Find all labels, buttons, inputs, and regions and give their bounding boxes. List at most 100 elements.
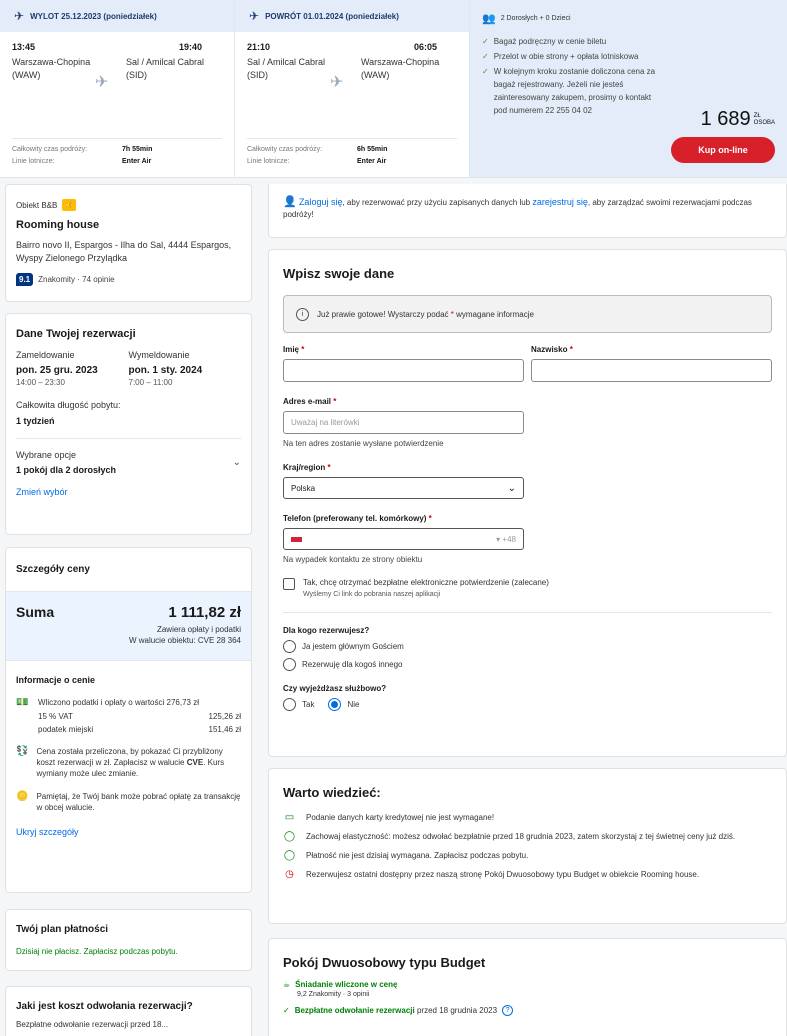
chevron-down-icon[interactable]: ⌄ xyxy=(233,457,241,468)
city-tax-amount: 151,46 zł xyxy=(208,725,241,734)
question-icon[interactable]: ? xyxy=(502,1005,514,1016)
outbound-arr-city: Sal / Amilcal Cabral (SID) xyxy=(126,57,205,80)
e-confirmation-checkbox[interactable] xyxy=(283,578,295,590)
review-score-text: Znakomity · 74 opinie xyxy=(38,275,115,284)
return-duration: 6h 55min xyxy=(357,146,388,153)
checkout-time: 7:00 – 11:00 xyxy=(128,378,173,387)
outbound-leg: ✈ WYLOT 25.12.2023 (poniedziałek) 13:45 … xyxy=(0,0,235,177)
chevron-down-icon: ⌄ xyxy=(507,482,516,494)
benefit-item: ✓ Przelot w obie strony + opłata lotnisko… xyxy=(482,52,639,61)
return-arr-city: Warszawa-Chopina (WAW) xyxy=(361,57,440,80)
outbound-arr-time: 19:40 xyxy=(178,42,202,52)
return-leg: ✈ POWRÓT 01.01.2024 (poniedziałek) 21:10… xyxy=(235,0,470,177)
login-link[interactable]: Zaloguj się xyxy=(299,197,343,207)
outbound-airline: Enter Air xyxy=(122,158,152,165)
return-header: ✈ POWRÓT 01.01.2024 (poniedziałek) xyxy=(235,0,469,32)
first-name-label: Imię * xyxy=(283,345,305,354)
poland-flag-icon[interactable] xyxy=(291,536,302,542)
check-circle-icon: ◯ xyxy=(283,850,296,861)
checkin-time: 14:00 – 23:30 xyxy=(16,378,65,387)
thumbs-up-icon: 👍 xyxy=(62,199,77,211)
email-label: Adres e-mail * xyxy=(283,397,337,406)
register-link[interactable]: zarejestruj się xyxy=(532,197,588,207)
price-details-card: Szczegóły ceny Suma 1 111,82 zł Zawiera … xyxy=(5,547,252,893)
outbound-duration: 7h 55min xyxy=(122,146,153,153)
benefit-list: ✓ Bagaż podręczny w cenie biletu ✓ Przelot… xyxy=(482,35,775,117)
plane-landing-icon: ✈ xyxy=(249,9,260,23)
reservation-title: Dane Twojej rezerwacji xyxy=(16,328,136,340)
coins-icon: 🪙 xyxy=(16,791,29,802)
form-title: Wpisz swoje dane xyxy=(283,266,395,281)
payment-plan-card: Twój plan płatności Dzisiaj nie płacisz.… xyxy=(5,909,252,971)
info-notice: i Już prawie gotowe! Wystarczy podać * w… xyxy=(283,295,772,333)
return-arr-time: 06:05 xyxy=(413,42,437,52)
selected-options-toggle[interactable]: Wybrane opcje 1 pokój dla 2 dorosłych ⌄ xyxy=(16,450,241,475)
outbound-dep-city: Warszawa-Chopina (WAW) xyxy=(12,57,91,80)
user-icon: 👤 xyxy=(283,196,297,208)
last-name-label: Nazwisko * xyxy=(531,345,573,354)
check-icon: ✓ xyxy=(482,67,489,76)
good-to-know-card: Warto wiedzieć: ▭ Podanie danych karty kr… xyxy=(268,768,787,924)
passenger-count: 2 Dorosłych + 0 Dzieci xyxy=(500,15,571,22)
outbound-dep-time: 13:45 xyxy=(12,42,36,52)
flight-summary: ✈ WYLOT 25.12.2023 (poniedziałek) 13:45 … xyxy=(0,0,787,178)
outbound-header: ✈ WYLOT 25.12.2023 (poniedziałek) xyxy=(0,0,234,32)
phone-country-code: ▾ +48 xyxy=(496,534,516,544)
first-name-input[interactable] xyxy=(283,359,524,382)
benefit-item: ✓ W kolejnym kroku zostanie doliczona cen… xyxy=(482,67,656,115)
reservation-details-card: Dane Twojej rezerwacji Zameldowanie pon.… xyxy=(5,313,252,535)
return-airline: Enter Air xyxy=(357,158,387,165)
review-score-badge: 9.1 xyxy=(16,273,34,286)
phone-label: Telefon (preferowany tel. komórkowy) * xyxy=(283,514,432,523)
property-type: Obiekt B&B xyxy=(16,200,58,210)
money-icon: 💵 xyxy=(16,697,29,708)
email-input[interactable] xyxy=(283,411,524,434)
coffee-icon: ☕ xyxy=(283,980,291,989)
flight-price-summary: 👥 2 Dorosłych + 0 Dzieci ✓ Bagaż podręczn… xyxy=(470,0,787,177)
benefit-item: ✓ Bagaż podręczny w cenie biletu xyxy=(482,37,607,46)
total-price: 1 111,82 zł xyxy=(168,604,241,621)
country-label: Kraj/region * xyxy=(283,463,331,472)
login-prompt: 👤 Zaloguj się, aby rezerwować przy użyci… xyxy=(268,184,787,238)
plane-icon: ✈ xyxy=(330,74,344,91)
return-dep-city: Sal / Amilcal Cabral (SID) xyxy=(247,57,326,80)
radio-someone-else[interactable]: Rezerwuję dla kogoś innego xyxy=(283,658,772,671)
hide-details-link[interactable]: Ukryj szczegóły xyxy=(16,827,241,837)
e-confirmation-option[interactable]: Tak, chcę otrzymać bezpłatne elektronicz… xyxy=(283,578,772,598)
cancellation-cost-card: Jaki jest koszt odwołania rezerwacji? Be… xyxy=(5,986,252,1036)
business-trip-question: Czy wyjeżdżasz służbowo? xyxy=(283,684,387,693)
change-selection-link[interactable]: Zmień wybór xyxy=(16,487,241,497)
room-title: Pokój Dwuosobowy typu Budget xyxy=(283,955,486,970)
buy-online-button[interactable]: Kup on-line xyxy=(671,137,775,163)
booking-for-question: Dla kogo rezerwujesz? xyxy=(283,626,370,635)
phone-input[interactable]: ▾ +48 xyxy=(283,528,524,550)
radio-main-guest[interactable]: Ja jestem głównym Gościem xyxy=(283,640,772,653)
country-select[interactable]: Polska ⌄ xyxy=(283,477,524,499)
no-card-icon: ▭ xyxy=(284,812,295,823)
radio-business-no[interactable]: Nie xyxy=(328,698,359,711)
hotel-name: Rooming house xyxy=(16,219,100,231)
info-icon: i xyxy=(296,307,309,321)
check-icon: ✓ xyxy=(482,37,489,46)
radio-business-yes[interactable]: Tak xyxy=(283,698,314,711)
selected-options: 1 pokój dla 2 dorosłych xyxy=(16,465,117,475)
price-total-box: Suma 1 111,82 zł Zawiera opłaty i podatk… xyxy=(6,591,251,661)
last-name-input[interactable] xyxy=(531,359,772,382)
clock-icon: ◷ xyxy=(285,869,294,880)
vat-amount: 125,26 zł xyxy=(208,712,241,721)
plane-icon: ✈ xyxy=(95,74,109,91)
people-icon: 👥 xyxy=(482,13,496,25)
payment-plan-text: Dzisiaj nie płacisz. Zapłacisz podczas p… xyxy=(16,947,178,956)
currency-exchange-icon: 💱 xyxy=(16,746,29,757)
checkout-date: pon. 1 sty. 2024 xyxy=(128,365,203,376)
check-circle-icon: ◯ xyxy=(283,831,296,842)
check-icon: ✓ xyxy=(283,1006,290,1015)
stay-length: 1 tydzień xyxy=(16,416,55,426)
plane-takeoff-icon: ✈ xyxy=(14,9,25,23)
hotel-address: Bairro novo II, Espargos - Ilha do Sal, … xyxy=(16,240,232,263)
flight-price: 1 689 ZŁ OSOBA xyxy=(700,108,775,130)
checkin-date: pon. 25 gru. 2023 xyxy=(16,365,98,376)
guest-details-form: Wpisz swoje dane i Już prawie gotowe! Wy… xyxy=(268,249,787,757)
room-card: Pokój Dwuosobowy typu Budget ☕ Śniadanie … xyxy=(268,938,787,1036)
price-details-title: Szczegóły ceny xyxy=(16,564,90,575)
